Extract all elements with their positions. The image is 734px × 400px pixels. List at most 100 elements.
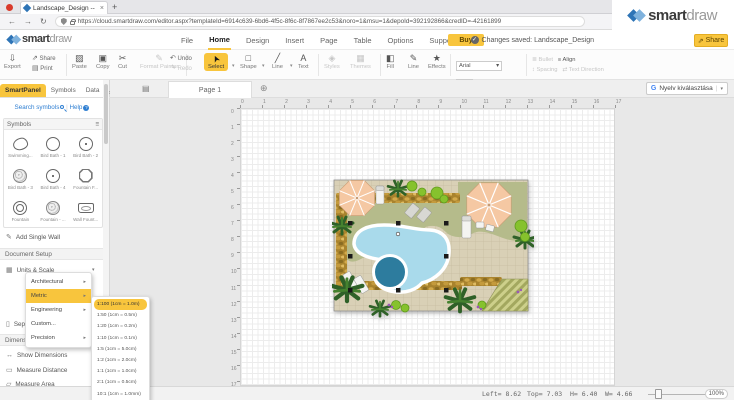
symbol-fountain-pond[interactable]: Fountain F... — [69, 162, 102, 194]
symbol-fountain-2[interactable]: Fountain - ... — [37, 194, 70, 226]
font-family-select[interactable]: Arial▾ — [456, 61, 502, 71]
hamburger-icon[interactable]: ≡ — [95, 121, 99, 128]
help-icon[interactable]: ? — [83, 105, 89, 111]
print-button[interactable]: ▤ Print — [32, 64, 56, 74]
scale-option[interactable]: 1:100 (1cm = 1.0m) — [94, 299, 147, 310]
symbol-wall-fountain[interactable]: Wall Fount... — [69, 194, 102, 226]
tab-close-icon[interactable]: × — [100, 5, 104, 12]
menu-item-custom[interactable]: Custom... — [26, 317, 91, 331]
menu-item[interactable]: Design — [245, 32, 270, 49]
help-link[interactable]: Help — [69, 104, 82, 111]
menu-item[interactable]: Table — [353, 32, 373, 49]
umbrella-right[interactable] — [467, 183, 511, 227]
styles-button[interactable]: ◈ Styles — [324, 53, 340, 70]
menu-item-precision[interactable]: Precision▸ — [26, 331, 91, 345]
scale-option[interactable]: 1:2 (1cm = 2.0cm) — [94, 355, 147, 366]
text-direction-button[interactable]: ⇄ Text Direction — [562, 67, 604, 73]
search-icon[interactable] — [60, 105, 64, 109]
share-icon: ⇗ — [698, 37, 704, 45]
tab-data[interactable]: Data — [81, 84, 105, 97]
measure-distance-row[interactable]: ▭ Measure Distance — [6, 366, 67, 374]
scale-option[interactable]: 1:10 (1cm = 0.1m) — [94, 333, 147, 344]
scale-option[interactable]: 10:1 (1cm = 1.0mm) — [94, 389, 147, 400]
tab-symbols[interactable]: Symbols — [46, 84, 81, 97]
smartdraw-logo-large: smartdraw — [612, 0, 734, 30]
menu-item-architectural[interactable]: Architectural▸ — [26, 275, 91, 289]
bullet-button[interactable]: ≣ Bullet — [532, 57, 553, 63]
fill-button[interactable]: ◧ Fill — [386, 53, 395, 70]
drawing-canvas[interactable]: 01234567891011121314151617 0123456789101… — [110, 98, 734, 386]
menu-item[interactable]: File — [180, 32, 194, 49]
export-button[interactable]: ⇩ Export — [4, 53, 21, 70]
changes-saved-status: ✓ Changes saved: Landscape_Design — [471, 36, 594, 44]
search-symbols-link[interactable]: Search symbols — [15, 104, 60, 111]
reload-icon[interactable]: ↻ — [40, 17, 47, 26]
landscape-drawing[interactable] — [332, 178, 534, 328]
share-small-button[interactable]: ⇗ Share — [32, 54, 56, 64]
caret-icon: ▾ — [92, 267, 95, 273]
show-dimensions-icon: ↔ — [6, 352, 13, 359]
scale-option[interactable]: 2:1 (1cm = 0.5cm) — [94, 377, 147, 388]
themes-button[interactable]: ▦ Themes — [350, 53, 371, 70]
symbol-bird-bath-4[interactable]: Bird Bath - 4 — [37, 162, 70, 194]
show-dimensions-row[interactable]: ↔ Show Dimensions — [6, 352, 67, 359]
styles-icon: ◈ — [324, 53, 340, 64]
lock-icon — [70, 21, 75, 25]
back-icon[interactable]: ← — [8, 17, 16, 26]
scale-option[interactable]: 1:1 (1cm = 1.0cm) — [94, 366, 147, 377]
shield-icon[interactable] — [61, 18, 67, 25]
share-button[interactable]: ⇗ Share — [694, 34, 728, 47]
measure-distance-icon: ▭ — [6, 366, 13, 374]
effects-button[interactable]: ★ Effects — [428, 53, 446, 70]
separate-wall-icon: ▯ — [6, 320, 10, 328]
menu-item[interactable]: Insert — [284, 32, 305, 49]
add-page-icon[interactable]: ⊕ — [260, 83, 268, 94]
spacing-icon: ↕ — [532, 67, 535, 73]
zoom-slider-thumb[interactable] — [655, 389, 662, 399]
caret-icon: ▾ — [496, 63, 499, 69]
firefox-icon[interactable] — [6, 4, 13, 11]
text-tool-button[interactable]: A Text — [298, 53, 309, 70]
menu-item-metric[interactable]: Metric▸ — [26, 289, 91, 303]
scale-option[interactable]: 1:20 (1cm = 0.2m) — [94, 321, 147, 332]
add-single-wall-button[interactable]: ✎ Add Single Wall — [6, 233, 60, 241]
page-list-icon[interactable]: ▤ — [142, 84, 150, 93]
menu-item[interactable]: Home — [208, 31, 231, 50]
symbol-bird-bath-2[interactable]: Bird Bath - 2 — [69, 130, 102, 162]
address-input[interactable]: https://cloud.smartdraw.com/editor.aspx?… — [55, 16, 585, 27]
symbol-swimming-pool[interactable]: Swimming... — [4, 130, 37, 162]
shape-caret-icon[interactable]: ▾ — [262, 63, 265, 69]
forward-icon[interactable]: → — [24, 17, 32, 26]
paste-button[interactable]: ▨ Paste — [72, 53, 87, 70]
copy-button[interactable]: ▣ Copy — [96, 53, 110, 70]
new-tab-button[interactable]: + — [112, 2, 117, 12]
undo-icon: ↶ — [170, 55, 176, 62]
line-tool-button[interactable]: ╱ Line — [272, 53, 283, 70]
cut-button[interactable]: ✂ Cut — [118, 53, 127, 70]
align-button[interactable]: ≡ Align — [558, 57, 576, 63]
browser-tab[interactable]: Landscape_Design -- Sm... × — [20, 1, 108, 14]
redo-button[interactable]: ↷ Redo — [170, 64, 192, 74]
line-caret-icon[interactable]: ▾ — [290, 63, 293, 69]
spacing-button[interactable]: ↕ Spacing — [532, 67, 557, 73]
select-tool-button[interactable]: ➤ Select — [204, 53, 228, 71]
menu-item[interactable]: Options — [387, 32, 415, 49]
shape-tool-button[interactable]: □ Shape — [240, 53, 257, 70]
select-caret-icon[interactable]: ▾ — [232, 63, 235, 69]
symbol-bird-bath-1[interactable]: Bird Bath - 1 — [37, 130, 70, 162]
scale-option[interactable]: 1:50 (1cm = 0.5m) — [94, 310, 147, 321]
smartdraw-logo-small: smartdraw — [8, 33, 71, 45]
scale-option[interactable]: 1:5 (1cm = 5.0cm) — [94, 344, 147, 355]
undo-button[interactable]: ↶ Undo — [170, 54, 192, 64]
translate-button[interactable]: G Nyelv kiválasztása | ▾ — [646, 82, 728, 95]
umbrella-left[interactable] — [339, 180, 374, 215]
symbol-bird-bath-3[interactable]: Bird Bath - 3 — [4, 162, 37, 194]
document-setup-header[interactable]: Document Setup — [0, 248, 104, 260]
menu-item[interactable]: Page — [319, 32, 339, 49]
symbol-fountain[interactable]: Fountain — [4, 194, 37, 226]
submenu-arrow-icon: ▸ — [83, 307, 86, 313]
tab-smartpanel[interactable]: SmartPanel — [0, 84, 46, 97]
menu-item-engineering[interactable]: Engineering▸ — [26, 303, 91, 317]
line-style-button[interactable]: ✎ Line — [408, 53, 419, 70]
tab-page-1[interactable]: Page 1 — [168, 81, 252, 98]
